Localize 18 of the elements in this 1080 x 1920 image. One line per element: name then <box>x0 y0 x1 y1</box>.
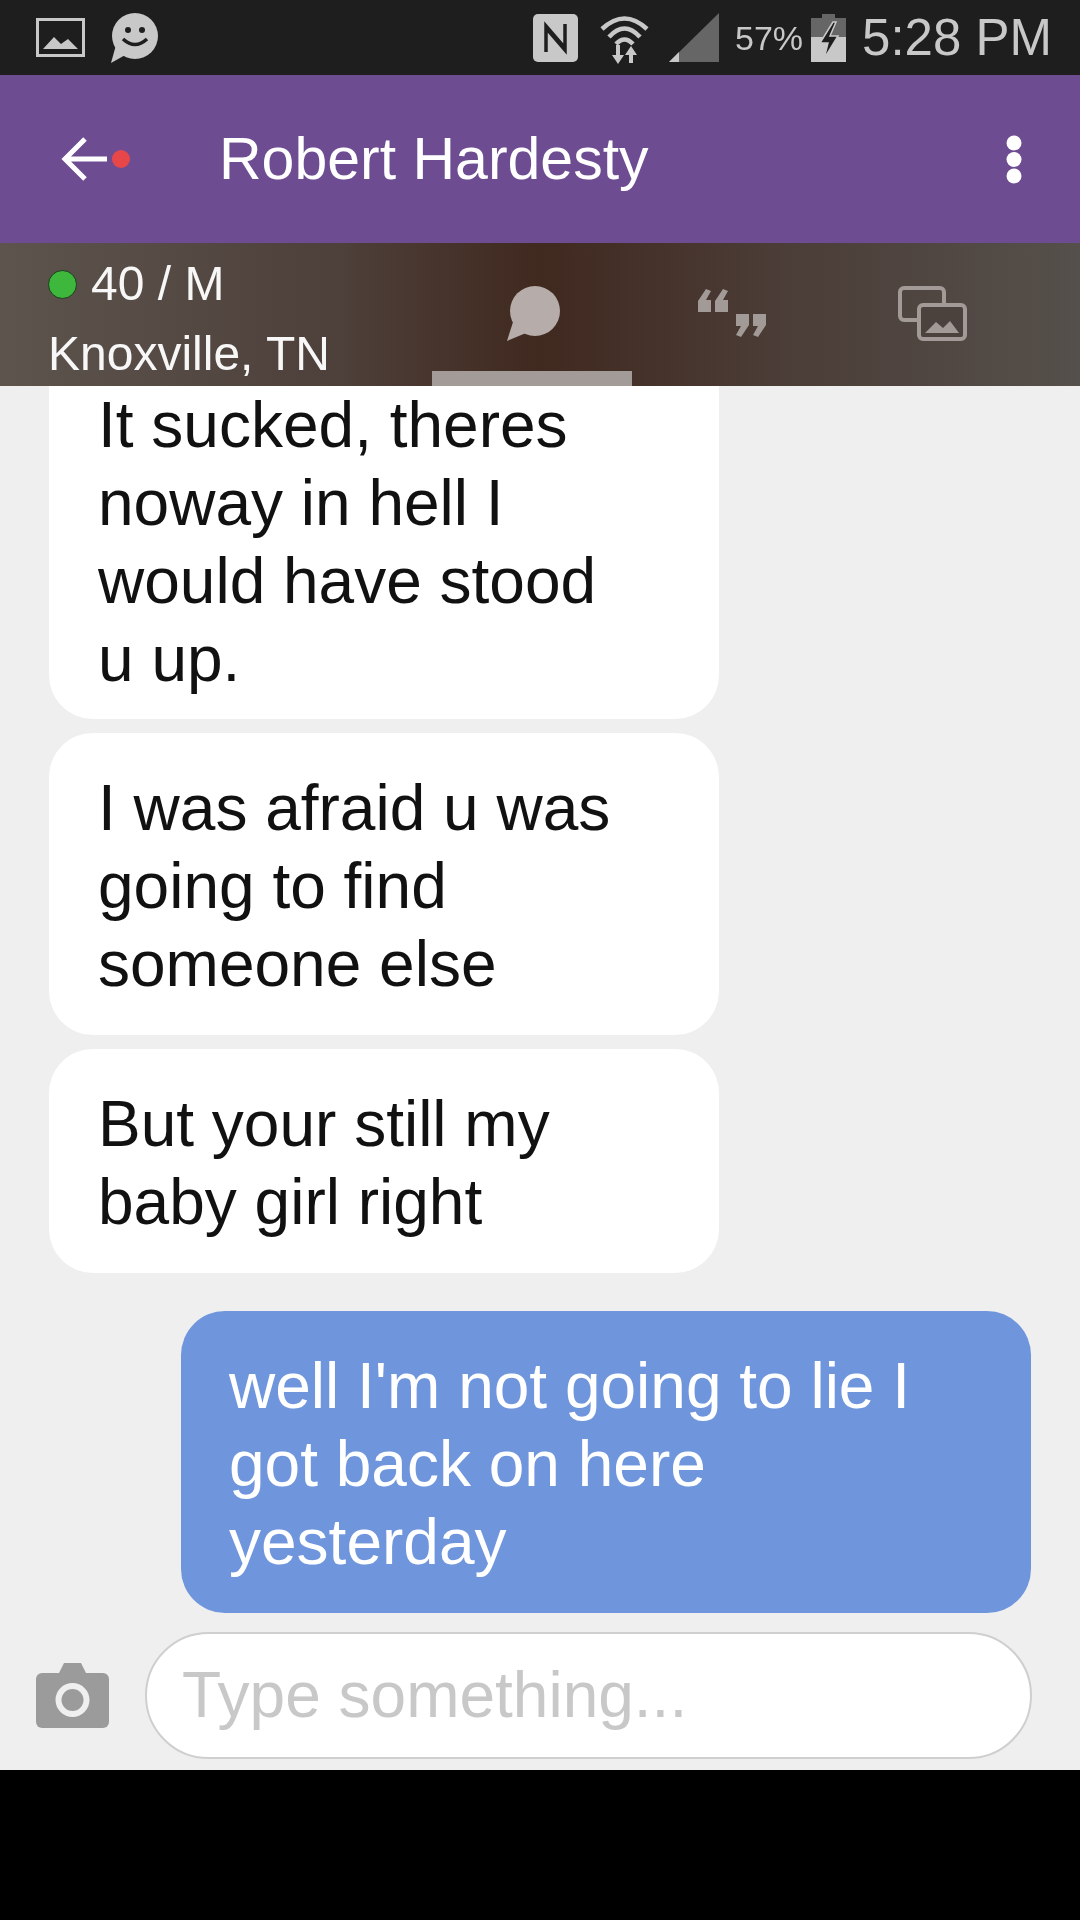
more-options-icon <box>1005 134 1023 184</box>
image-icon <box>36 18 85 57</box>
quotation-marks-icon <box>698 288 766 338</box>
age-gender: 40 / M <box>91 256 225 312</box>
back-arrow-icon <box>61 136 108 182</box>
nfc-icon <box>533 13 578 62</box>
camera-icon <box>36 1662 109 1728</box>
location: Knoxville, TN <box>48 326 331 382</box>
message-bubble: well I'm not going to lie I got back on here yesterday <box>181 1311 1031 1613</box>
photo-gallery-icon <box>897 285 967 341</box>
contact-name: Robert Hardesty <box>219 125 649 194</box>
clock-time: 5:28 PM <box>862 7 1052 68</box>
message-bubble: But your still my baby girl right <box>49 1049 719 1273</box>
message-bubble: It sucked, theres noway in hell I would have stood u up. <box>49 386 719 719</box>
smiley-chat-icon <box>108 12 158 63</box>
battery-percentage: 57% <box>735 17 804 58</box>
message-bubble: I was afraid u was going to find someone else <box>49 733 719 1035</box>
signal-icon <box>669 13 719 62</box>
